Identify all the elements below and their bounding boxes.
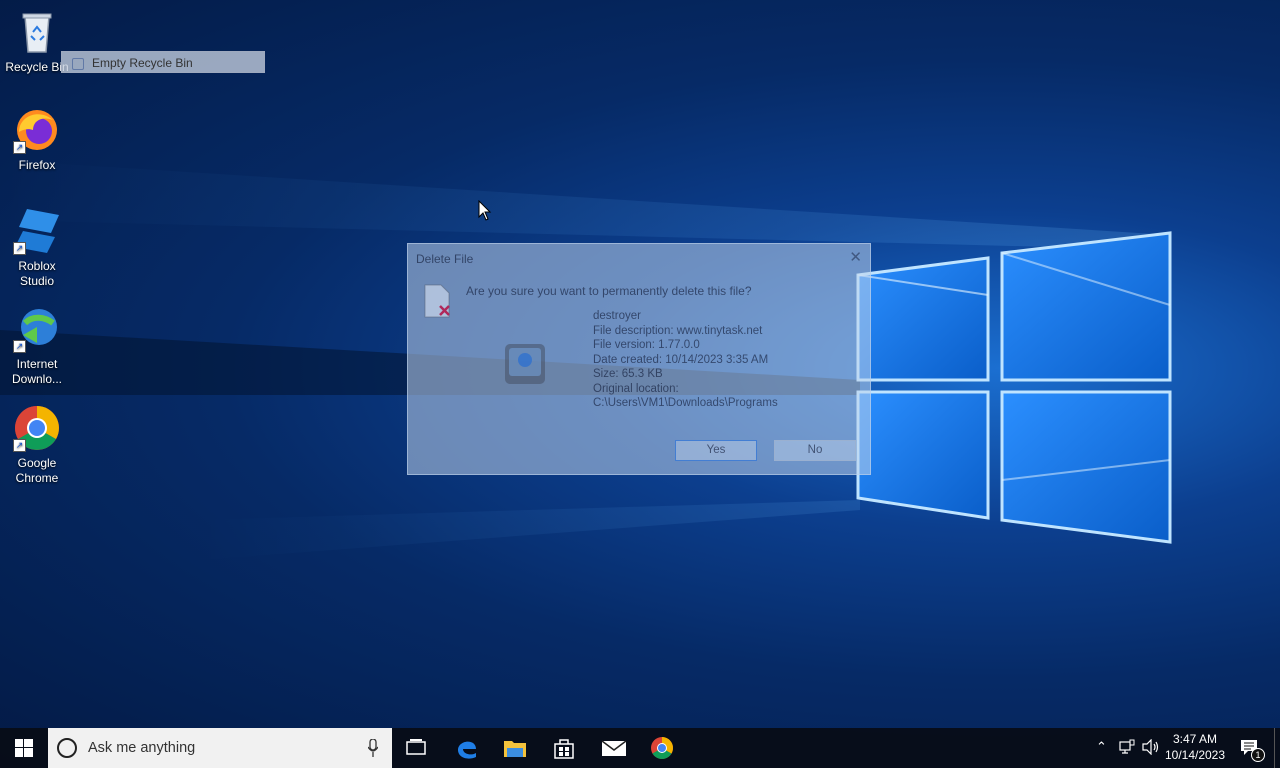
shortcut-arrow-icon: ↗ bbox=[13, 141, 26, 154]
recycle-small-icon bbox=[72, 58, 84, 70]
desktop-icon-label-line2: Chrome bbox=[15, 471, 59, 485]
clock-date: 10/14/2023 bbox=[1164, 748, 1226, 762]
shortcut-arrow-icon: ↗ bbox=[13, 340, 26, 353]
shortcut-arrow-icon: ↗ bbox=[13, 439, 26, 452]
desktop-icon-label-line1: Roblox bbox=[18, 259, 56, 273]
date-created: Date created: 10/14/2023 3:35 AM bbox=[593, 353, 769, 366]
dialog-question: Are you sure you want to permanently del… bbox=[466, 284, 752, 298]
desktop-icon-internet-download-manager[interactable]: ↗ Internet Downlo... bbox=[0, 305, 74, 387]
edge-icon bbox=[458, 741, 476, 759]
mail-button[interactable] bbox=[589, 728, 637, 768]
file-name: destroyer bbox=[593, 310, 641, 322]
desktop-icon-google-chrome[interactable]: ↗ Google Chrome bbox=[0, 404, 74, 486]
start-button[interactable] bbox=[0, 728, 48, 768]
file-thumbnail-icon bbox=[505, 344, 545, 384]
desktop-icon-label-line2: Downlo... bbox=[11, 372, 63, 386]
show-hidden-icons-icon[interactable]: ⌃ bbox=[1096, 739, 1107, 755]
delete-file-icon bbox=[424, 284, 450, 318]
search-box[interactable]: Ask me anything bbox=[48, 728, 392, 768]
original-location-label: Original location: bbox=[593, 382, 679, 395]
desktop-icon-label-line1: Internet bbox=[16, 357, 58, 371]
shortcut-arrow-icon: ↗ bbox=[13, 242, 26, 255]
firefox-icon: ↗ bbox=[13, 106, 61, 154]
notification-count-badge: 1 bbox=[1251, 748, 1265, 762]
mouse-cursor-icon bbox=[478, 200, 492, 221]
edge-button[interactable] bbox=[443, 728, 491, 768]
desktop-icon-roblox-studio[interactable]: ↗ Roblox Studio bbox=[0, 207, 74, 289]
yes-button[interactable]: Yes bbox=[675, 440, 757, 461]
store-button[interactable] bbox=[540, 728, 588, 768]
show-desktop-button[interactable] bbox=[1274, 728, 1280, 768]
menu-item-label: Empty Recycle Bin bbox=[92, 56, 193, 70]
desktop-icon-label-line2: Studio bbox=[19, 274, 55, 288]
file-info: destroyer File description: www.tinytask… bbox=[593, 309, 778, 411]
desktop-icon-label: Firefox bbox=[18, 158, 56, 172]
empty-recycle-bin-menu-item[interactable]: Empty Recycle Bin bbox=[61, 51, 265, 73]
delete-file-dialog: Delete File ✕ Are you sure you want to p… bbox=[407, 243, 871, 475]
internet-download-manager-icon: ↗ bbox=[13, 305, 61, 353]
roblox-studio-icon: ↗ bbox=[13, 207, 61, 255]
file-description: File description: www.tinytask.net bbox=[593, 324, 763, 337]
cortana-icon bbox=[57, 738, 77, 758]
recycle-bin-icon bbox=[13, 8, 61, 56]
network-icon[interactable] bbox=[1119, 739, 1135, 755]
file-version: File version: 1.77.0.0 bbox=[593, 339, 700, 351]
clock[interactable]: 3:47 AM 10/14/2023 bbox=[1164, 731, 1226, 763]
desktop-icon-label-line1: Google bbox=[17, 456, 57, 470]
task-view-icon bbox=[406, 739, 426, 755]
clock-time: 3:47 AM bbox=[1172, 732, 1218, 746]
action-center-button[interactable]: 1 bbox=[1234, 728, 1272, 768]
search-placeholder: Ask me anything bbox=[88, 740, 196, 756]
chrome-icon: ↗ bbox=[13, 404, 61, 452]
taskbar: Ask me anything ⌃ 3:47 AM 10/14/2023 1 bbox=[0, 728, 1280, 768]
original-location: C:\Users\VM1\Downloads\Programs bbox=[593, 397, 778, 409]
chrome-taskbar-button[interactable] bbox=[638, 728, 686, 768]
mail-icon bbox=[601, 740, 627, 756]
microphone-icon[interactable] bbox=[368, 739, 378, 757]
file-size: Size: 65.3 KB bbox=[593, 368, 663, 380]
close-icon[interactable]: ✕ bbox=[849, 248, 862, 266]
chrome-icon bbox=[651, 737, 673, 759]
file-explorer-button[interactable] bbox=[491, 728, 539, 768]
no-button[interactable]: No bbox=[774, 440, 856, 461]
file-explorer-icon bbox=[504, 741, 526, 757]
windows-logo-icon bbox=[15, 739, 33, 757]
volume-icon[interactable] bbox=[1142, 739, 1160, 755]
store-icon bbox=[554, 739, 574, 759]
task-view-button[interactable] bbox=[392, 728, 440, 768]
desktop-icon-firefox[interactable]: ↗ Firefox bbox=[0, 106, 74, 173]
dialog-title: Delete File bbox=[416, 252, 474, 266]
